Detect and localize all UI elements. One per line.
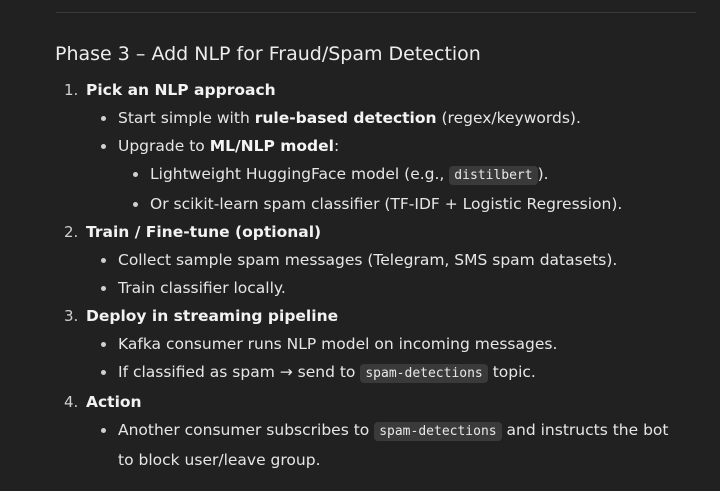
step-number: 2. xyxy=(64,223,79,241)
item-text: Start simple with xyxy=(118,109,255,127)
item-text: Train classifier locally. xyxy=(118,279,286,297)
step-4: 4. Action Another consumer subscribes to… xyxy=(55,388,675,474)
item-text: Or scikit-learn spam classifier (TF-IDF … xyxy=(150,195,623,213)
list-item: Another consumer subscribes to spam-dete… xyxy=(101,416,675,474)
inline-code: distilbert xyxy=(449,166,538,185)
step-number: 4. xyxy=(64,393,79,411)
list-item: Upgrade to ML/NLP model: Lightweight Hug… xyxy=(101,132,675,218)
step-title: Pick an NLP approach xyxy=(86,81,276,99)
inline-code: spam-detections xyxy=(374,422,502,441)
step-title: Deploy in streaming pipeline xyxy=(86,307,339,325)
item-text: Upgrade to xyxy=(118,137,210,155)
step-3-sublist: Kafka consumer runs NLP model on incomin… xyxy=(86,330,675,388)
item-bold-text: rule-based detection xyxy=(254,109,437,127)
list-item: Or scikit-learn spam classifier (TF-IDF … xyxy=(133,190,675,218)
item-text: ). xyxy=(537,165,549,183)
item-text: (regex/keywords). xyxy=(436,109,581,127)
step-1: 1. Pick an NLP approach Start simple wit… xyxy=(55,76,675,218)
step-number: 3. xyxy=(64,307,79,325)
step-number: 1. xyxy=(64,81,79,99)
list-item: Kafka consumer runs NLP model on incomin… xyxy=(101,330,675,358)
section-heading: Phase 3 – Add NLP for Fraud/Spam Detecti… xyxy=(55,43,481,65)
item-text: Lightweight HuggingFace model (e.g., xyxy=(150,165,450,183)
step-title: Action xyxy=(86,393,142,411)
item-text: : xyxy=(333,137,340,155)
step-title: Train / Fine-tune (optional) xyxy=(86,223,322,241)
inline-code: spam-detections xyxy=(360,364,488,383)
steps-list: 1. Pick an NLP approach Start simple wit… xyxy=(55,76,675,474)
item-bold-text: ML/NLP model xyxy=(209,137,334,155)
step-2: 2. Train / Fine-tune (optional) Collect … xyxy=(55,218,675,302)
step-4-sublist: Another consumer subscribes to spam-dete… xyxy=(86,416,675,474)
list-item: If classified as spam → send to spam-det… xyxy=(101,358,675,388)
list-item: Start simple with rule-based detection (… xyxy=(101,104,675,132)
item-text: If classified as spam → send to xyxy=(118,363,361,381)
item-text: Kafka consumer runs NLP model on incomin… xyxy=(118,335,558,353)
step-2-sublist: Collect sample spam messages (Telegram, … xyxy=(86,246,675,302)
item-text: topic. xyxy=(487,363,536,381)
list-item: Train classifier locally. xyxy=(101,274,675,302)
item-text: Collect sample spam messages (Telegram, … xyxy=(118,251,618,269)
step-1-sublist: Start simple with rule-based detection (… xyxy=(86,104,675,218)
step-3: 3. Deploy in streaming pipeline Kafka co… xyxy=(55,302,675,388)
section-divider xyxy=(56,12,696,13)
message-content: Phase 3 – Add NLP for Fraud/Spam Detecti… xyxy=(55,40,675,474)
list-item: Lightweight HuggingFace model (e.g., dis… xyxy=(133,160,675,190)
nested-sublist: Lightweight HuggingFace model (e.g., dis… xyxy=(118,160,675,218)
item-text: Another consumer subscribes to xyxy=(118,421,375,439)
list-item: Collect sample spam messages (Telegram, … xyxy=(101,246,675,274)
